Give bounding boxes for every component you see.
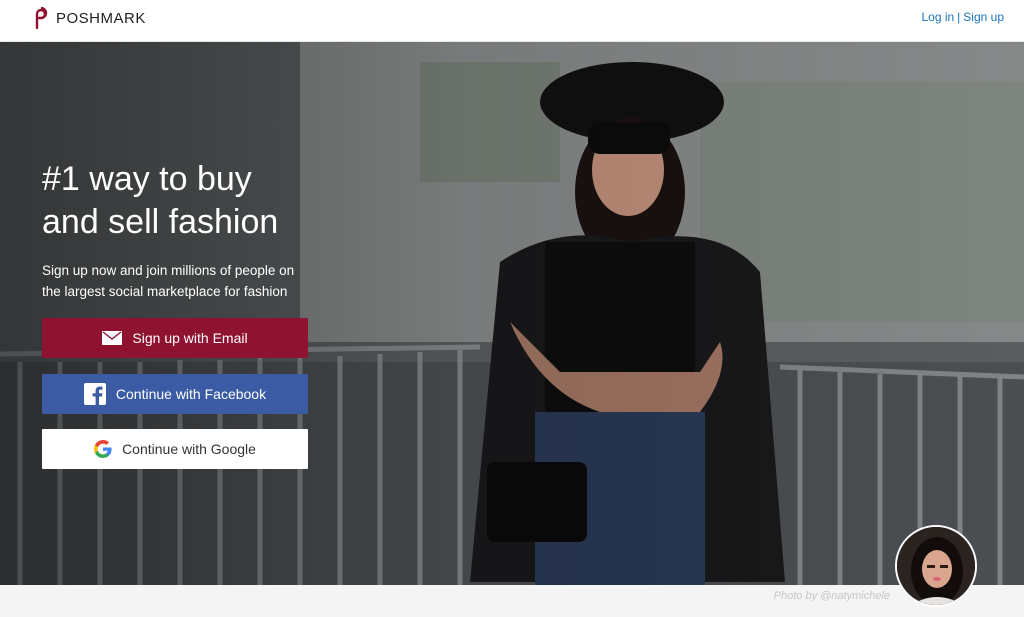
hero-headline-line-1: #1 way to buy — [42, 160, 252, 198]
photo-credit: Photo by @natymichele — [773, 590, 890, 602]
hero-subheadline-line-2: the largest social marketplace for fashi… — [42, 284, 288, 299]
login-link[interactable]: Log in — [921, 10, 954, 24]
hero-section: #1 way to buy and sell fashion Sign up n… — [0, 42, 1024, 585]
hero-headline: #1 way to buy and sell fashion — [42, 158, 362, 244]
continue-with-facebook-label: Continue with Facebook — [115, 386, 267, 402]
signup-link[interactable]: Sign up — [963, 10, 1004, 24]
avatar-image — [897, 527, 975, 605]
facebook-icon — [83, 383, 106, 405]
google-icon — [94, 440, 112, 458]
hero-overlay — [0, 42, 1024, 585]
continue-with-facebook-button[interactable]: Continue with Facebook — [42, 374, 308, 414]
signup-with-email-label: Sign up with Email — [132, 330, 248, 346]
auth-links: Log in | Sign up — [921, 10, 1004, 24]
hero-subheadline: Sign up now and join millions of people … — [42, 260, 322, 302]
brand-name: POSHMARK — [56, 9, 146, 27]
continue-with-google-button[interactable]: Continue with Google — [42, 429, 308, 469]
envelope-icon — [102, 331, 123, 345]
hero-subheadline-line-1: Sign up now and join millions of people … — [42, 263, 295, 278]
signup-with-email-button[interactable]: Sign up with Email — [42, 318, 308, 358]
poshmark-logo[interactable]: POSHMARK — [32, 7, 146, 29]
hero-headline-line-2: and sell fashion — [42, 203, 279, 241]
continue-with-google-label: Continue with Google — [122, 441, 256, 457]
poshmark-logo-icon — [35, 7, 48, 29]
auth-separator: | — [957, 10, 961, 24]
top-navigation-bar: POSHMARK Log in | Sign up — [0, 0, 1024, 42]
photographer-avatar[interactable] — [895, 525, 977, 607]
